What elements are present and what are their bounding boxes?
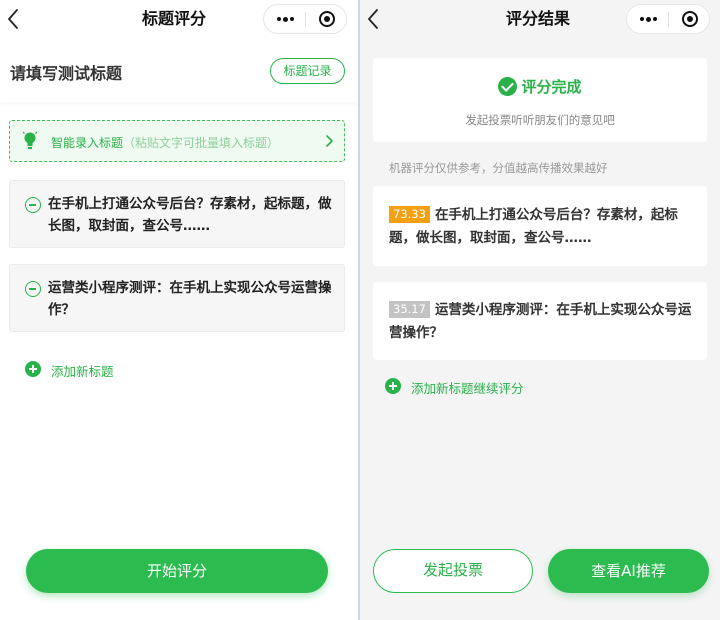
title-text[interactable]: 在手机上打通公众号后台？存素材，起标题，做长图，取封面，查公号…… bbox=[48, 193, 338, 237]
add-more-label: 添加新标题继续评分 bbox=[411, 381, 524, 396]
chevron-left-icon bbox=[8, 9, 18, 29]
more-button[interactable] bbox=[627, 5, 669, 33]
chevron-right-icon bbox=[326, 135, 333, 147]
result-title: 在手机上打通公众号后台？存素材，起标题，做长图，取封面，查公号…… bbox=[389, 207, 678, 246]
status-subtitle: 发起投票听听朋友们的意见吧 bbox=[465, 113, 615, 127]
target-circle-icon bbox=[682, 11, 698, 27]
back-button[interactable] bbox=[364, 6, 386, 32]
result-title: 运营类小程序测评：在手机上实现公众号运营操作？ bbox=[389, 302, 692, 341]
status-row: 评分完成 bbox=[373, 76, 707, 98]
remove-title-icon[interactable] bbox=[25, 281, 41, 297]
plus-circle-icon bbox=[25, 361, 41, 377]
title-record-button[interactable]: 标题记录 bbox=[270, 58, 345, 84]
nav-bar: 评分结果 bbox=[360, 0, 720, 38]
close-button[interactable] bbox=[669, 5, 711, 33]
chevron-left-icon bbox=[368, 9, 378, 29]
mini-program-capsule bbox=[263, 4, 347, 34]
result-item[interactable]: 35.17 运营类小程序测评：在手机上实现公众号运营操作？ bbox=[373, 282, 707, 360]
page-title: 评分结果 bbox=[506, 9, 571, 28]
title-item[interactable]: 在手机上打通公众号后台？存素材，起标题，做长图，取封面，查公号…… bbox=[9, 180, 345, 248]
more-button[interactable] bbox=[264, 5, 306, 33]
result-text-block: 73.33 在手机上打通公众号后台？存素材，起标题，做长图，取封面，查公号…… bbox=[389, 204, 693, 250]
page-title: 标题评分 bbox=[142, 9, 207, 28]
lightbulb-icon bbox=[22, 131, 38, 149]
title-input-screen: 标题评分 请填写测试标题 标题记录 智能录入标题（粘贴文字可批量填入标题） 在手… bbox=[0, 0, 358, 620]
more-dots-icon bbox=[640, 16, 658, 22]
smart-entry-label: 智能录入标题（粘贴文字可批量填入标题） bbox=[51, 134, 279, 151]
score-result-screen: 评分结果 评分完成 发起投票听听朋友们的意见吧 机器评分仅供参考，分值越高传播效… bbox=[360, 0, 720, 620]
status-card: 评分完成 发起投票听听朋友们的意见吧 bbox=[373, 58, 707, 142]
result-text-block: 35.17 运营类小程序测评：在手机上实现公众号运营操作？ bbox=[389, 299, 693, 345]
smart-entry-button[interactable]: 智能录入标题（粘贴文字可批量填入标题） bbox=[9, 120, 345, 162]
nav-bar: 标题评分 bbox=[0, 0, 358, 38]
title-item[interactable]: 运营类小程序测评：在手机上实现公众号运营操作？ bbox=[9, 264, 345, 332]
form-title: 请填写测试标题 bbox=[10, 64, 123, 83]
close-button[interactable] bbox=[306, 5, 348, 33]
disclaimer-note: 机器评分仅供参考，分值越高传播效果越好 bbox=[389, 161, 608, 175]
score-badge: 73.33 bbox=[389, 206, 430, 223]
status-title: 评分完成 bbox=[521, 78, 582, 96]
title-text[interactable]: 运营类小程序测评：在手机上实现公众号运营操作？ bbox=[48, 277, 338, 321]
smart-entry-hint: （粘贴文字可批量填入标题） bbox=[123, 136, 280, 150]
mini-program-capsule bbox=[626, 4, 710, 34]
start-vote-button[interactable]: 发起投票 bbox=[373, 549, 533, 593]
plus-circle-icon bbox=[385, 378, 401, 394]
more-dots-icon bbox=[277, 16, 295, 22]
view-ai-recommendation-button[interactable]: 查看AI推荐 bbox=[548, 549, 709, 593]
check-circle-icon bbox=[498, 77, 518, 96]
result-item[interactable]: 73.33 在手机上打通公众号后台？存素材，起标题，做长图，取封面，查公号…… bbox=[373, 186, 707, 266]
remove-title-icon[interactable] bbox=[25, 197, 41, 213]
back-button[interactable] bbox=[4, 6, 26, 32]
form-header: 请填写测试标题 标题记录 bbox=[0, 38, 358, 102]
smart-entry-text: 智能录入标题 bbox=[51, 136, 124, 150]
target-circle-icon bbox=[319, 11, 335, 27]
score-badge: 35.17 bbox=[389, 301, 430, 318]
start-scoring-button[interactable]: 开始评分 bbox=[26, 549, 328, 593]
add-title-label: 添加新标题 bbox=[51, 364, 114, 379]
